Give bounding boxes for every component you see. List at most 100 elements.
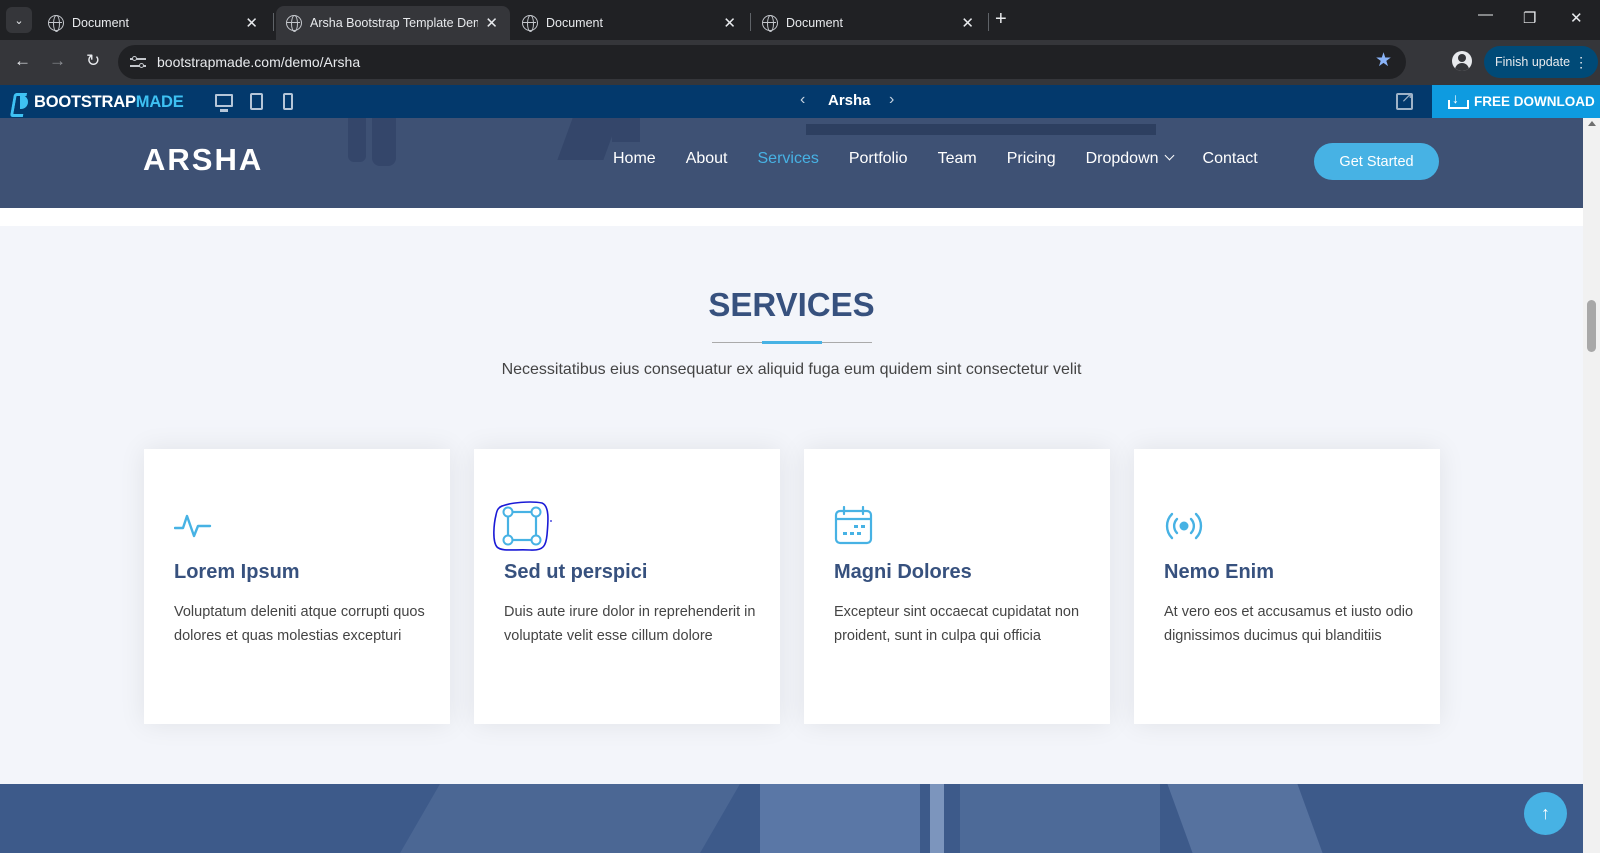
service-card-2[interactable]: Sed ut perspici Duis aute irure dolor in… [474,449,780,724]
site-logo[interactable]: ARSHA [143,142,263,178]
browser-tab-3[interactable]: Document ✕ [512,6,748,40]
url-text[interactable]: bootstrapmade.com/demo/Arsha [157,54,360,70]
calendar-icon [834,505,874,546]
nav-pricing[interactable]: Pricing [1007,150,1056,168]
hero-desk-shape [806,124,1156,135]
building-shape [930,784,944,853]
back-icon[interactable]: ← [14,51,31,71]
globe-icon [286,15,302,32]
service-title: Lorem Ipsum [174,561,300,583]
next-template-icon[interactable]: › [889,91,894,109]
service-description: Voluptatum deleniti atque corrupti quos … [174,604,425,644]
tab-divider [750,13,751,31]
building-shape [960,784,1160,853]
activity-icon [173,506,214,546]
bootstrapmade-logo-icon [12,91,30,113]
logo-text-accent: MADE [135,92,184,111]
hero-figure-shape [348,118,366,162]
bounding-box-icon [492,501,556,553]
section-title: SERVICES [708,286,875,323]
service-description: Excepteur sint occaecat cupidatat non pr… [834,604,1080,644]
browser-tab-2[interactable]: Arsha Bootstrap Template Demo ✕ [276,6,510,40]
nav-services[interactable]: Services [758,150,819,168]
service-card-1[interactable]: Lorem Ipsum Voluptatum deleniti atque co… [144,449,450,724]
logo-text-main: BOOTSTRAP [34,92,136,111]
section-divider [0,208,1583,226]
service-card-4[interactable]: Nemo Enim At vero eos et accusamus et iu… [1134,449,1440,724]
globe-icon [48,15,64,32]
template-name: Arsha [828,92,871,109]
site-info-icon[interactable] [130,55,146,69]
tab-title: Document [786,16,843,30]
nav-team[interactable]: Team [938,150,977,168]
site-header: ARSHA Home About Services Portfolio Team… [0,118,1583,208]
forward-icon[interactable]: → [49,51,66,71]
browser-tab-strip: ⌄ Document ✕ Arsha Bootstrap Template De… [0,0,1600,40]
nav-dropdown-label: Dropdown [1085,150,1159,167]
free-download-button[interactable]: FREE DOWNLOAD [1432,85,1600,118]
close-tab-icon[interactable]: ✕ [723,14,736,32]
tab-title: Arsha Bootstrap Template Demo [310,16,478,30]
service-description: Duis aute irure dolor in reprehenderit i… [504,604,756,644]
close-window-icon[interactable]: ✕ [1570,9,1583,27]
free-download-label: FREE DOWNLOAD [1474,94,1595,109]
chevron-down-icon [1164,150,1174,161]
bookmark-star-icon[interactable]: ★ [1375,49,1392,72]
bootstrapmade-logo[interactable]: BOOTSTRAPMADE [12,91,184,113]
tab-title: Document [72,16,129,30]
nav-about[interactable]: About [686,150,728,168]
close-tab-icon[interactable]: ✕ [245,14,258,32]
scrollbar-thumb[interactable] [1587,300,1596,352]
download-icon [1448,90,1469,109]
profile-avatar-icon[interactable] [1452,51,1472,71]
building-shape [760,784,920,853]
service-title: Sed ut perspici [504,561,648,583]
nav-portfolio[interactable]: Portfolio [849,150,908,168]
restore-icon[interactable]: ❐ [1523,9,1536,27]
page-scrollbar[interactable] [1583,118,1600,853]
hero-figure-shape [372,118,396,166]
service-description: At vero eos et accusamus et iusto odio d… [1164,604,1414,644]
finish-update-button[interactable]: Finish update ⋮ [1484,46,1599,78]
tab-divider [273,13,274,31]
browser-tab-4[interactable]: Document ✕ [752,6,986,40]
page-viewport: ARSHA Home About Services Portfolio Team… [0,118,1583,853]
main-navigation: Home About Services Portfolio Team Prici… [613,150,1288,168]
tab-search-button[interactable]: ⌄ [6,7,32,33]
building-shape [1167,784,1323,853]
bootstrapmade-bar: BOOTSTRAPMADE ‹ Arsha › [0,85,1600,118]
new-tab-icon[interactable]: + [995,8,1007,31]
more-menu-icon[interactable]: ⋮ [1574,46,1588,78]
tab-divider [988,13,989,31]
get-started-button[interactable]: Get Started [1314,143,1439,180]
nav-dropdown[interactable]: Dropdown [1085,150,1174,168]
hero-figure-shape [612,118,640,142]
scroll-up-icon[interactable] [1588,121,1596,126]
previous-template-icon[interactable]: ‹ [800,91,805,109]
globe-icon [522,15,538,32]
cta-section-background [0,784,1583,853]
service-card-3[interactable]: Magni Dolores Excepteur sint occaecat cu… [804,449,1110,724]
address-bar[interactable]: bootstrapmade.com/demo/Arsha ★ [118,45,1406,79]
section-subtitle: Necessitatibus eius consequatur ex aliqu… [501,361,1082,378]
globe-icon [762,15,778,32]
close-tab-icon[interactable]: ✕ [961,14,974,32]
nav-home[interactable]: Home [613,150,656,168]
nav-contact[interactable]: Contact [1203,150,1258,168]
back-to-top-button[interactable]: ↑ [1524,792,1567,835]
reload-icon[interactable]: ↻ [86,51,100,71]
service-title: Nemo Enim [1164,561,1275,583]
minimize-icon[interactable]: — [1478,6,1493,23]
building-shape [400,784,740,853]
hero-figure-shape [557,118,619,160]
tab-title: Document [546,16,603,30]
open-external-icon[interactable] [1396,89,1413,110]
close-tab-icon[interactable]: ✕ [485,14,498,32]
phone-view-icon[interactable] [283,93,293,110]
browser-tab-1[interactable]: Document ✕ [38,6,270,40]
finish-update-label: Finish update [1495,55,1571,69]
broadcast-icon [1164,506,1204,546]
tablet-view-icon[interactable] [250,93,263,110]
desktop-view-icon[interactable] [215,94,233,112]
browser-toolbar: ← → ↻ bootstrapmade.com/demo/Arsha ★ Fin… [0,40,1600,85]
